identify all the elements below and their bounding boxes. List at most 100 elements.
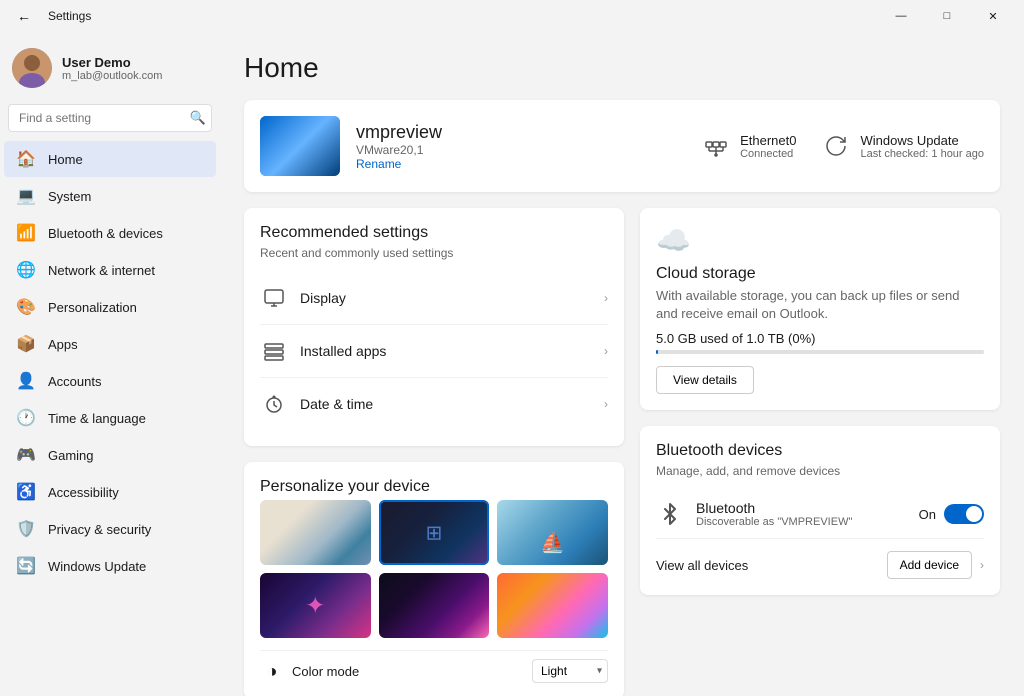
nav-label-personalization: Personalization [48, 300, 137, 315]
device-thumbnail [260, 116, 340, 176]
bluetooth-device-name: Bluetooth [696, 500, 919, 516]
sidebar-item-accounts[interactable]: 👤 Accounts [4, 363, 216, 399]
nav-icon-network: 🌐 [16, 260, 36, 280]
nav-icon-update: 🔄 [16, 556, 36, 576]
sidebar-item-home[interactable]: 🏠 Home [4, 141, 216, 177]
datetime-icon [260, 390, 288, 418]
device-info: vmpreview VMware20,1 Rename [356, 122, 684, 171]
settings-item-display[interactable]: Display › [260, 272, 608, 325]
nav-label-accounts: Accounts [48, 374, 101, 389]
display-label: Display [300, 290, 604, 306]
wallpaper-6[interactable] [497, 573, 608, 638]
minimize-button[interactable]: — [878, 0, 924, 32]
nav-label-gaming: Gaming [48, 448, 94, 463]
sidebar-item-personalization[interactable]: 🎨 Personalization [4, 289, 216, 325]
sidebar-item-gaming[interactable]: 🎮 Gaming [4, 437, 216, 473]
recommended-sub: Recent and commonly used settings [260, 246, 608, 260]
nav-label-bluetooth: Bluetooth & devices [48, 226, 163, 241]
device-rename-link[interactable]: Rename [356, 157, 684, 171]
two-col-layout: Recommended settings Recent and commonly… [244, 208, 1000, 696]
maximize-button[interactable]: □ [924, 0, 970, 32]
datetime-label: Date & time [300, 396, 604, 412]
page-title: Home [244, 52, 1000, 84]
apps-icon [260, 337, 288, 365]
sidebar-item-update[interactable]: 🔄 Windows Update [4, 548, 216, 584]
sidebar-item-accessibility[interactable]: ♿ Accessibility [4, 474, 216, 510]
wallpaper-4[interactable] [260, 573, 371, 638]
apps-label: Installed apps [300, 343, 604, 359]
sidebar-item-bluetooth[interactable]: 📶 Bluetooth & devices [4, 215, 216, 251]
update-label: Windows Update [860, 133, 984, 148]
color-mode-icon: ◑ [260, 659, 284, 683]
back-button[interactable]: ← [8, 0, 40, 32]
apps-arrow: › [604, 344, 608, 358]
bluetooth-device-sub: Discoverable as "VMPREVIEW" [696, 516, 919, 528]
settings-item-apps[interactable]: Installed apps › [260, 325, 608, 378]
main-content: Home vmpreview VMware20,1 Rename [220, 32, 1024, 696]
sidebar-item-network[interactable]: 🌐 Network & internet [4, 252, 216, 288]
color-mode-select[interactable]: Light Dark Custom [532, 659, 608, 683]
datetime-arrow: › [604, 397, 608, 411]
color-mode-label: Color mode [292, 664, 524, 679]
cloud-card: ☁️ Cloud storage With available storage,… [640, 208, 1000, 410]
ethernet-label: Ethernet0 [740, 133, 796, 148]
bluetooth-toggle-label: On [919, 507, 936, 522]
search-box: 🔍 [8, 104, 212, 132]
wallpaper-1[interactable] [260, 500, 371, 565]
ethernet-status-text: Connected [740, 148, 796, 160]
bluetooth-device-row: Bluetooth Discoverable as "VMPREVIEW" On [656, 490, 984, 539]
settings-window: ← Settings — □ ✕ User Demo [0, 0, 1024, 696]
device-image [260, 116, 340, 176]
wallpaper-3[interactable] [497, 500, 608, 565]
close-button[interactable]: ✕ [970, 0, 1016, 32]
nav-label-privacy: Privacy & security [48, 522, 151, 537]
color-mode-select-wrapper: Light Dark Custom [532, 659, 608, 683]
nav-icon-system: 💻 [16, 186, 36, 206]
cloud-description: With available storage, you can back up … [656, 287, 984, 323]
nav-label-time: Time & language [48, 411, 146, 426]
bluetooth-icon [656, 500, 684, 528]
bluetooth-sub: Manage, add, and remove devices [656, 464, 984, 478]
view-details-button[interactable]: View details [656, 366, 754, 394]
display-arrow: › [604, 291, 608, 305]
user-info: User Demo m_lab@outlook.com [62, 55, 162, 82]
bluetooth-device-info: Bluetooth Discoverable as "VMPREVIEW" [696, 500, 919, 528]
nav-icon-home: 🏠 [16, 149, 36, 169]
update-status-text: Last checked: 1 hour ago [860, 148, 984, 160]
nav-icon-apps: 📦 [16, 334, 36, 354]
color-mode-row: ◑ Color mode Light Dark Custom [260, 650, 608, 683]
storage-amount: 5.0 GB used of 1.0 TB (0%) [656, 331, 984, 346]
recommended-title: Recommended settings [260, 224, 608, 242]
nav-label-accessibility: Accessibility [48, 485, 119, 500]
titlebar: ← Settings — □ ✕ [0, 0, 1024, 32]
sidebar-item-system[interactable]: 💻 System [4, 178, 216, 214]
wallpaper-2[interactable] [379, 500, 490, 565]
storage-bar [656, 350, 984, 354]
bluetooth-arrow[interactable]: › [980, 558, 984, 572]
storage-bar-fill [656, 350, 658, 354]
sidebar: User Demo m_lab@outlook.com 🔍 🏠 Home 💻 S… [0, 32, 220, 696]
device-status-items: Ethernet0 Connected Windows Update [700, 130, 984, 162]
sidebar-item-privacy[interactable]: 🛡️ Privacy & security [4, 511, 216, 547]
device-model: VMware20,1 [356, 143, 684, 157]
nav-label-apps: Apps [48, 337, 78, 352]
bluetooth-toggle[interactable] [944, 504, 984, 524]
user-name: User Demo [62, 55, 162, 70]
search-input[interactable] [8, 104, 212, 132]
avatar[interactable] [12, 48, 52, 88]
titlebar-title: Settings [48, 9, 91, 23]
recommended-card: Recommended settings Recent and commonly… [244, 208, 624, 446]
search-icon[interactable]: 🔍 [190, 110, 206, 126]
bluetooth-title: Bluetooth devices [656, 442, 984, 460]
personalize-title: Personalize your device [260, 478, 608, 496]
nav-label-home: Home [48, 152, 83, 167]
add-device-button[interactable]: Add device [887, 551, 972, 579]
nav-icon-gaming: 🎮 [16, 445, 36, 465]
titlebar-controls: — □ ✕ [878, 0, 1016, 32]
settings-item-datetime[interactable]: Date & time › [260, 378, 608, 430]
sidebar-item-time[interactable]: 🕐 Time & language [4, 400, 216, 436]
nav-icon-personalization: 🎨 [16, 297, 36, 317]
view-all-devices-link[interactable]: View all devices [656, 558, 887, 573]
wallpaper-5[interactable] [379, 573, 490, 638]
sidebar-item-apps[interactable]: 📦 Apps [4, 326, 216, 362]
